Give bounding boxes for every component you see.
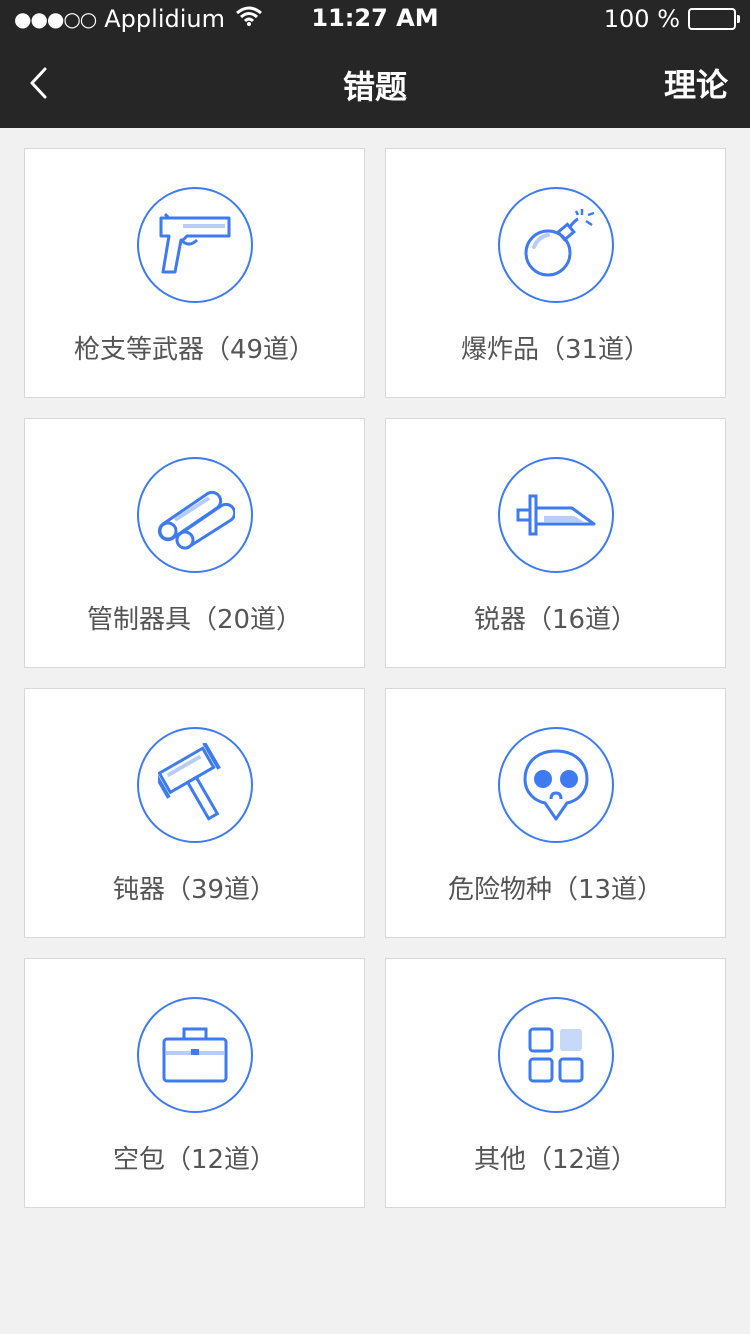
hammer-icon [157,743,221,821]
top-bar: ●●●○○ Applidium 11:27 AM 100 % 错题 理论 [0,0,750,128]
status-bar: ●●●○○ Applidium 11:27 AM 100 % [0,0,750,40]
gun-icon [159,212,230,274]
theory-button[interactable]: 理论 [664,60,728,106]
icon-circle [497,187,614,303]
category-card-controlled-tools[interactable]: 管制器具（20道） [24,418,365,668]
grid-icon [528,1027,583,1083]
icon-circle [136,187,253,303]
category-card-blunt-objects[interactable]: 钝器（39道） [24,688,365,938]
category-card-other[interactable]: 其他（12道） [385,958,726,1208]
category-card-empty-bag[interactable]: 空包（12道） [24,958,365,1208]
briefcase-icon [162,1027,227,1083]
icon-circle [136,727,253,843]
category-label: 空包（12道） [112,1145,277,1175]
category-label: 其他（12道） [473,1145,638,1175]
bomb-icon [524,209,594,277]
category-label: 危险物种（13道） [447,875,664,905]
category-label: 爆炸品（31道） [460,335,651,365]
category-card-explosives[interactable]: 爆炸品（31道） [385,148,726,398]
page-title: 错题 [342,68,407,106]
category-card-sharp-objects[interactable]: 锐器（16道） [385,418,726,668]
category-label: 枪支等武器（49道） [73,335,316,365]
category-label: 锐器（16道） [473,605,638,635]
battery-icon [688,8,740,30]
battery-percent: 100 % [603,5,680,33]
category-card-dangerous-species[interactable]: 危险物种（13道） [385,688,726,938]
icon-circle [497,997,614,1113]
icon-circle [497,457,614,573]
icon-circle [136,457,253,573]
category-card-guns[interactable]: 枪支等武器（49道） [24,148,365,398]
category-label: 钝器（39道） [112,875,277,905]
category-label: 管制器具（20道） [86,605,303,635]
knife-icon [516,494,595,536]
icon-circle [497,727,614,843]
skull-icon [523,749,588,821]
navigation-bar: 错题 理论 [0,40,750,128]
pipes-icon [157,490,235,550]
icon-circle [136,997,253,1113]
